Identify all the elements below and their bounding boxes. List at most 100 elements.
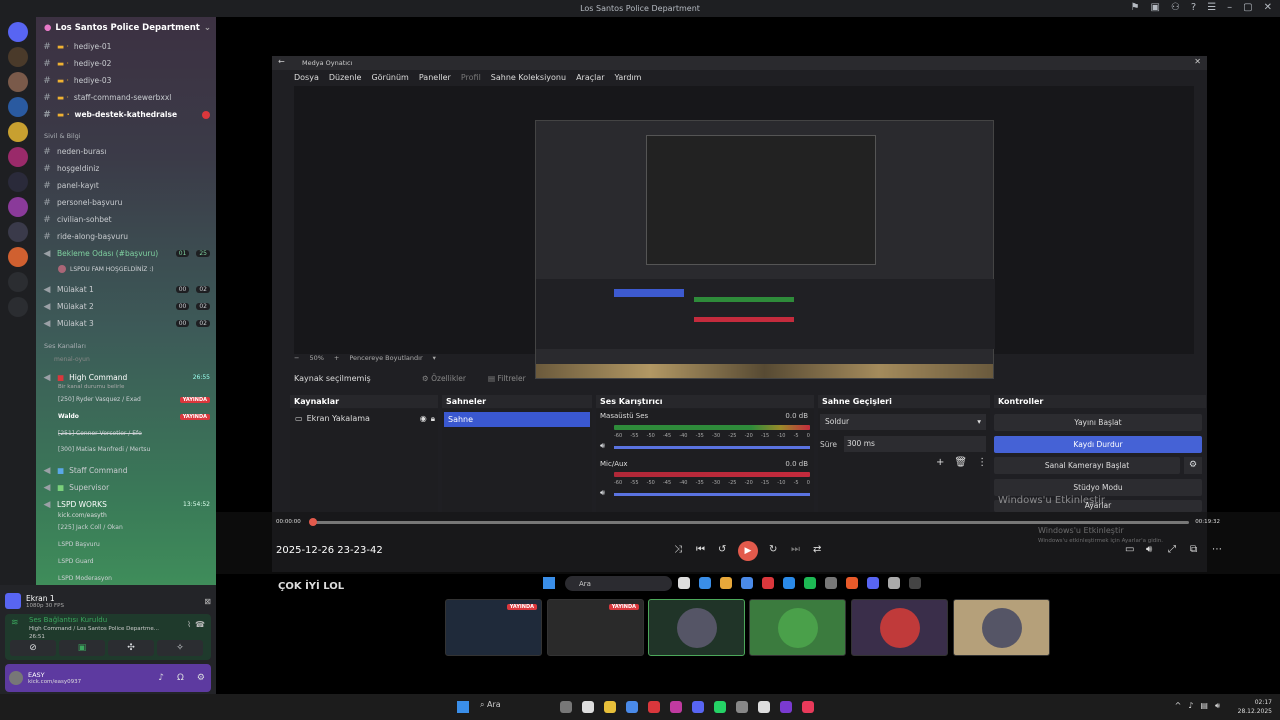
add-server-icon[interactable] <box>8 272 28 292</box>
close-icon[interactable]: ✕ <box>1194 57 1201 66</box>
channel-item[interactable]: # civilian-sohbet <box>42 212 210 227</box>
gear-icon[interactable]: ⚙ <box>1184 457 1202 474</box>
channel-item[interactable]: # hoşgeldiniz <box>42 161 210 176</box>
eye-icon[interactable]: ◉ <box>420 414 427 424</box>
stream-preview[interactable]: Ekran 1 1080p 30 FPS ⊠ <box>5 589 211 613</box>
obs-preview[interactable] <box>294 86 1194 379</box>
rewind-icon[interactable]: ↺ <box>718 544 726 555</box>
server-icon[interactable] <box>8 147 28 167</box>
channel-item[interactable]: # panel-kayıt <box>42 178 210 193</box>
members-icon[interactable]: ⚇ <box>1171 2 1180 13</box>
speaker-icon[interactable]: 🔊︎ <box>600 441 605 451</box>
app-icon[interactable] <box>648 701 660 713</box>
voice-user[interactable]: [251] Connor Vercetier / Efe <box>58 430 210 437</box>
channel-item[interactable]: # personel-başvuru <box>42 195 210 210</box>
close-icon[interactable]: ✕ <box>1264 2 1272 13</box>
voice-user[interactable]: LSPD Başvuru <box>58 541 210 548</box>
repeat-off-icon[interactable]: ⇄ <box>813 544 821 555</box>
discord-icon[interactable] <box>692 701 704 713</box>
participant-tile[interactable] <box>851 599 948 656</box>
server-icon[interactable] <box>8 72 28 92</box>
chevron-up-icon[interactable]: ^ <box>1175 701 1182 711</box>
category-voice[interactable]: Ses Kanalları <box>44 342 86 350</box>
seek-handle[interactable] <box>309 518 317 526</box>
seek-bar[interactable] <box>311 521 1189 524</box>
miniplayer-icon[interactable]: ⧉ <box>1190 544 1197 555</box>
menu-araclar[interactable]: Araçlar <box>576 73 604 82</box>
back-arrow-icon[interactable]: ← <box>278 57 285 66</box>
widgets-icon[interactable] <box>560 701 572 713</box>
start-virtual-camera-button[interactable]: Sanal Kamerayı Başlat <box>994 457 1180 474</box>
minimize-icon[interactable]: – <box>1227 2 1232 13</box>
studio-mode-button[interactable]: Stüdyo Modu <box>994 479 1202 496</box>
user-row[interactable]: EASY kick.com/easy0937 ♪ Ω ⚙ <box>5 664 211 692</box>
screen-icon[interactable]: ▣ <box>1150 2 1159 13</box>
plus-icon[interactable]: + <box>334 354 339 362</box>
speaker-icon[interactable]: 🔊︎ <box>600 488 605 498</box>
duration-input[interactable]: 300 ms <box>844 436 986 452</box>
more-icon[interactable]: ⋯ <box>1212 544 1222 555</box>
stream-tile[interactable]: YAYINDA <box>547 599 644 656</box>
participant-tile[interactable] <box>953 599 1050 656</box>
voice-user[interactable]: LSPD Moderasyon <box>58 575 210 582</box>
plus-icon[interactable]: + <box>936 457 944 468</box>
voice-channel-label[interactable]: High Command / Los Santos Police Departm… <box>29 626 159 632</box>
activities-button[interactable]: ✣ <box>108 640 154 656</box>
gear-icon[interactable]: ⚙ <box>197 673 205 683</box>
guild-header[interactable]: ● Los Santos Police Department ⌄ <box>36 17 216 39</box>
voice-user[interactable]: LSPD Guard <box>58 558 210 565</box>
settings-icon[interactable]: ☰ <box>1207 2 1216 13</box>
chrome-icon[interactable] <box>626 701 638 713</box>
voice-user[interactable]: Waldo YAYINDA <box>58 413 210 420</box>
stop-stream-icon[interactable]: ⊠ <box>204 597 211 606</box>
share-screen-button[interactable]: ▣ <box>59 640 105 656</box>
menu-gorunum[interactable]: Görünüm <box>371 73 408 82</box>
discord-home-icon[interactable] <box>8 22 28 42</box>
server-icon[interactable] <box>8 247 28 267</box>
channel-item[interactable]: # ▬ · staff-command-sewerbxxl <box>42 90 210 105</box>
source-item[interactable]: ▭ Ekran Yakalama ◉ 🔒︎ <box>295 414 435 424</box>
server-icon[interactable] <box>8 172 28 192</box>
volume-slider[interactable] <box>614 493 810 496</box>
menu-yardim[interactable]: Yardım <box>615 73 642 82</box>
voice-channel[interactable]: ◀ Mülakat 3 00 02 <box>42 316 210 331</box>
file-explorer-icon[interactable] <box>604 701 616 713</box>
start-streaming-button[interactable]: Yayını Başlat <box>994 414 1202 431</box>
taskbar-clock[interactable]: 02:17 28.12.2025 <box>1238 698 1272 716</box>
menu-sahne-koleksiyonu[interactable]: Sahne Koleksiyonu <box>491 73 566 82</box>
channel-item[interactable]: # ride-along-başvuru <box>42 229 210 244</box>
app-icon[interactable] <box>780 701 792 713</box>
forward-icon[interactable]: ↻ <box>769 544 777 555</box>
volume-slider[interactable] <box>614 446 810 449</box>
voice-channel[interactable]: ◀ Mülakat 1 00 02 <box>42 282 210 297</box>
menu-duzenle[interactable]: Düzenle <box>329 73 362 82</box>
whatsapp-icon[interactable] <box>714 701 726 713</box>
voice-channel-high-command[interactable]: ◀ ■ High Command 26:55 <box>42 370 210 385</box>
windows-start-icon[interactable] <box>457 701 469 713</box>
minus-icon[interactable]: − <box>294 354 299 362</box>
participant-tile[interactable] <box>749 599 846 656</box>
inbox-icon[interactable]: ⚑ <box>1130 2 1139 13</box>
app-icon[interactable] <box>736 701 748 713</box>
voice-user[interactable]: [250] Ryder Vasquez / Exad YAYINDA <box>58 396 210 403</box>
server-icon[interactable] <box>8 122 28 142</box>
app-icon[interactable] <box>802 701 814 713</box>
voice-channel-waiting[interactable]: ◀ Bekleme Odası (#başvuru) 01 25 <box>42 246 210 261</box>
subtitles-icon[interactable]: ▭ <box>1125 544 1134 555</box>
disconnect-icon[interactable]: ☎ <box>195 620 205 629</box>
channel-item[interactable]: # neden-burası <box>42 144 210 159</box>
filters-button[interactable]: ▤ Filtreler <box>488 374 526 383</box>
shuffle-icon[interactable]: ⤨ <box>674 544 682 555</box>
voice-channel[interactable]: ◀ ■ Staff Command <box>42 463 210 478</box>
scene-item[interactable]: Sahne <box>444 412 590 427</box>
taskbar-search[interactable]: ⌕ Ara <box>480 700 501 710</box>
server-icon[interactable] <box>8 197 28 217</box>
voice-user[interactable]: LSPDU FAM HOŞGELDİNİZ :) <box>58 265 210 273</box>
next-icon[interactable]: ⏭︎ <box>791 544 800 555</box>
help-icon[interactable]: ? <box>1191 2 1196 13</box>
explore-icon[interactable] <box>8 297 28 317</box>
instagram-icon[interactable] <box>670 701 682 713</box>
menu-dosya[interactable]: Dosya <box>294 73 319 82</box>
voice-channel[interactable]: ◀ Mülakat 2 00 02 <box>42 299 210 314</box>
voice-user[interactable]: [300] Matias Manfredi / Mertsu <box>58 446 210 453</box>
